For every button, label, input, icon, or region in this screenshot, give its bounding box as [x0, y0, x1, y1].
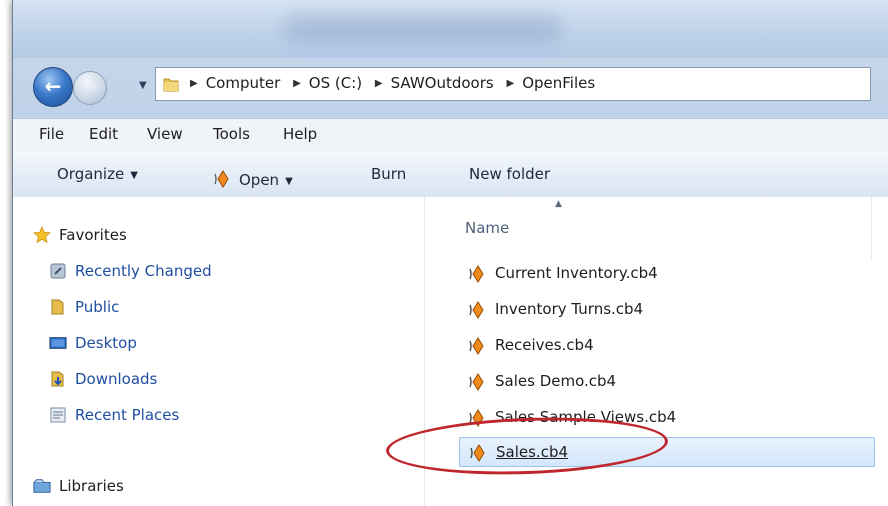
nav-desktop[interactable]: Desktop: [49, 334, 137, 352]
open-button[interactable]: Open ▼: [213, 165, 293, 189]
cb4-file-icon: [469, 337, 484, 355]
command-bar: Organize ▼ Open ▼ Burn New folder: [13, 151, 888, 198]
navigation-pane: Favorites Recently Changed Public Deskto…: [13, 197, 423, 506]
downloads-icon: [51, 371, 64, 387]
menu-bar: File Edit View Tools Help: [13, 118, 888, 152]
folder-icon: [163, 78, 179, 92]
organize-label: Organize: [57, 165, 125, 183]
burn-button[interactable]: Burn: [371, 165, 406, 183]
column-header-name[interactable]: Name: [465, 219, 509, 237]
back-arrow-icon: ←: [44, 74, 62, 98]
nav-public[interactable]: Public: [51, 298, 120, 316]
file-name: Sales Demo.cb4: [495, 372, 617, 390]
cb4-file-icon: [469, 265, 484, 283]
nav-recent-places[interactable]: Recent Places: [50, 406, 180, 424]
nav-recently-changed[interactable]: Recently Changed: [50, 262, 212, 280]
nav-label: Public: [75, 298, 120, 316]
menu-tools[interactable]: Tools: [213, 125, 250, 143]
menu-edit[interactable]: Edit: [89, 125, 118, 143]
nav-label: Recent Places: [75, 406, 180, 424]
title-bar: [13, 0, 888, 58]
nav-label: Downloads: [75, 370, 158, 388]
crumb-sawoutdoors[interactable]: SAWOutdoors: [391, 74, 494, 92]
nav-libraries[interactable]: Libraries: [33, 477, 124, 495]
forward-arrow-icon: →: [83, 77, 97, 96]
nav-downloads[interactable]: Downloads: [51, 370, 158, 388]
cb4-file-icon: [469, 301, 484, 319]
address-bar[interactable]: ▶ Computer ▶ OS (C:) ▶ SAWOutdoors ▶ OpenFil…: [155, 67, 871, 101]
file-item[interactable]: Sales Demo.cb4: [459, 367, 875, 397]
nav-label: Recently Changed: [75, 262, 212, 280]
sort-ascending-icon: ▲: [555, 199, 562, 209]
libraries-icon: [33, 479, 51, 493]
column-header-row: ▲ Name: [453, 197, 888, 259]
folder-icon: [51, 299, 64, 315]
desktop-icon: [49, 337, 67, 349]
file-name: Inventory Turns.cb4: [495, 300, 644, 318]
file-item[interactable]: Receives.cb4: [459, 331, 875, 361]
menu-file[interactable]: File: [39, 125, 64, 143]
open-app-icon: [214, 170, 229, 188]
recent-pages-dropdown[interactable]: ▼: [139, 80, 147, 91]
new-folder-button[interactable]: New folder: [469, 165, 550, 183]
recent-places-icon: [50, 407, 66, 423]
chevron-down-icon: ▼: [285, 176, 293, 187]
crumb-openfiles[interactable]: OpenFiles: [522, 74, 595, 92]
crumb-computer[interactable]: Computer: [206, 74, 281, 92]
chevron-down-icon: ▼: [130, 170, 138, 181]
title-bar-glass: [283, 14, 563, 44]
nav-favorites[interactable]: Favorites: [33, 226, 127, 244]
forward-button[interactable]: →: [73, 71, 107, 105]
open-label: Open: [239, 171, 280, 189]
file-item[interactable]: Current Inventory.cb4: [459, 259, 875, 289]
menu-view[interactable]: View: [147, 125, 183, 143]
nav-libraries-label: Libraries: [59, 477, 124, 495]
cb4-file-icon: [469, 373, 484, 391]
file-name: Receives.cb4: [495, 336, 594, 354]
column-separator[interactable]: [871, 197, 872, 259]
star-icon: [33, 226, 51, 244]
nav-label: Desktop: [75, 334, 137, 352]
nav-favorites-label: Favorites: [59, 226, 127, 244]
file-item[interactable]: Inventory Turns.cb4: [459, 295, 875, 325]
crumb-os-drive[interactable]: OS (C:): [309, 74, 362, 92]
organize-button[interactable]: Organize ▼: [57, 165, 138, 183]
back-button[interactable]: ←: [33, 67, 73, 107]
breadcrumb: ▶ Computer ▶ OS (C:) ▶ SAWOutdoors ▶ OpenFil…: [190, 74, 596, 92]
menu-help[interactable]: Help: [283, 125, 317, 143]
recent-changed-icon: [50, 263, 66, 279]
file-name: Current Inventory.cb4: [495, 264, 658, 282]
